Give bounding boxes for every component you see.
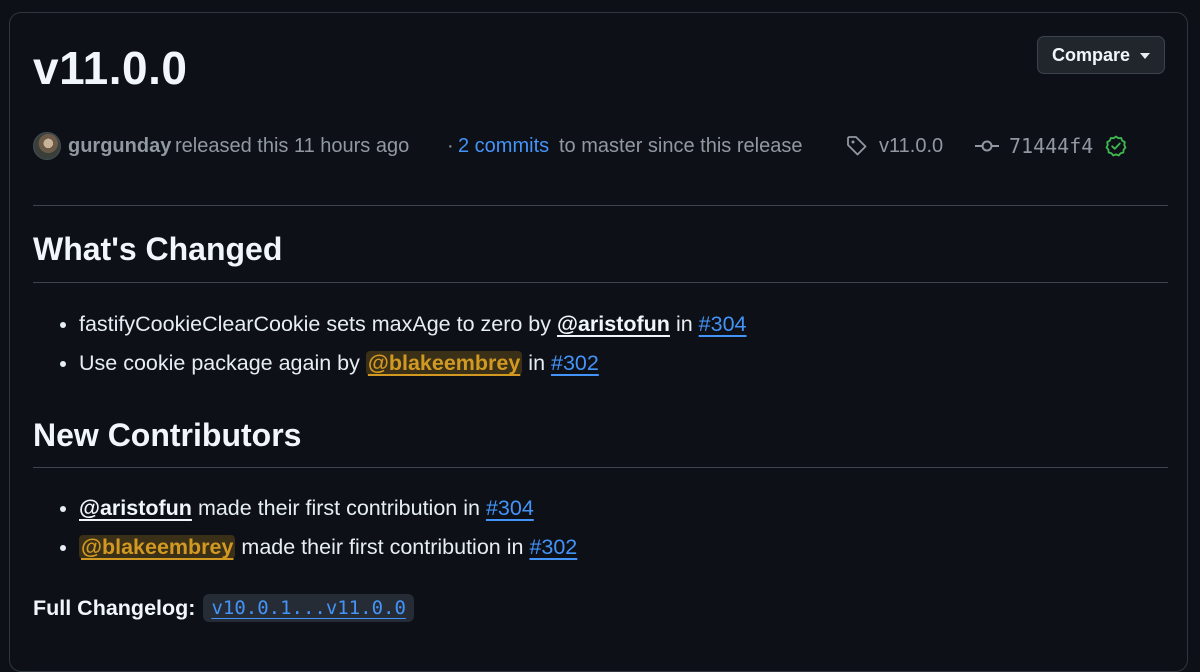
list-item: Use cookie package again by @blakeembrey…	[79, 344, 747, 383]
changelog-range-link[interactable]: v10.0.1...v11.0.0	[203, 594, 414, 622]
full-changelog: Full Changelog: v10.0.1...v11.0.0	[33, 591, 414, 625]
change-text: Use cookie package again by	[79, 351, 360, 375]
commits-suffix: to master since this release	[559, 134, 803, 157]
caret-down-icon	[1140, 53, 1151, 59]
whats-changed-list: fastifyCookieClearCookie sets maxAge to …	[33, 305, 747, 383]
bullet-separator: ·	[447, 134, 454, 157]
user-mention[interactable]: @blakeembrey	[79, 535, 236, 559]
pr-link[interactable]: #304	[486, 496, 534, 520]
change-text: fastifyCookieClearCookie sets maxAge to …	[79, 312, 552, 336]
contribution-text: made their first contribution in	[241, 535, 524, 559]
list-item: fastifyCookieClearCookie sets maxAge to …	[79, 305, 747, 344]
pr-link[interactable]: #302	[551, 351, 599, 375]
git-commit-icon	[974, 129, 1000, 163]
in-text: in	[675, 312, 693, 336]
verified-check-icon[interactable]	[1104, 129, 1128, 163]
contribution-text: made their first contribution in	[197, 496, 480, 520]
whats-changed-divider	[33, 282, 1168, 283]
commit-sha-link[interactable]: 71444f4	[1009, 129, 1093, 163]
compare-label: Compare	[1051, 44, 1131, 65]
tag-link[interactable]: v11.0.0	[879, 129, 943, 163]
new-contributors-heading: New Contributors	[33, 417, 302, 453]
release-title[interactable]: v11.0.0	[33, 41, 187, 95]
release-card: v11.0.0 Compare gurgunday released this …	[9, 12, 1188, 672]
user-mention[interactable]: @aristofun	[79, 496, 192, 520]
user-mention[interactable]: @aristofun	[557, 312, 670, 336]
author-avatar-wrap[interactable]	[33, 129, 61, 163]
author-link[interactable]: gurgunday	[68, 129, 171, 163]
tag-icon	[845, 129, 869, 163]
pr-link[interactable]: #304	[699, 312, 747, 336]
pr-link[interactable]: #302	[529, 535, 577, 559]
meta-divider	[33, 205, 1168, 206]
commits-link[interactable]: 2 commits	[458, 129, 549, 163]
list-item: @blakeembrey made their first contributi…	[79, 528, 577, 567]
avatar[interactable]	[33, 132, 61, 160]
whats-changed-heading: What's Changed	[33, 231, 283, 267]
release-meta: gurgunday released this 11 hours ago · 2…	[33, 129, 1168, 163]
in-text: in	[528, 351, 546, 375]
list-item: @aristofun made their first contribution…	[79, 489, 577, 528]
new-contributors-list: @aristofun made their first contribution…	[33, 489, 577, 567]
released-text: released this 11 hours ago	[175, 134, 410, 157]
user-mention[interactable]: @blakeembrey	[365, 351, 523, 375]
compare-button[interactable]: Compare	[1037, 36, 1165, 74]
new-contributors-divider	[33, 467, 1168, 468]
changelog-label: Full Changelog:	[33, 595, 196, 620]
